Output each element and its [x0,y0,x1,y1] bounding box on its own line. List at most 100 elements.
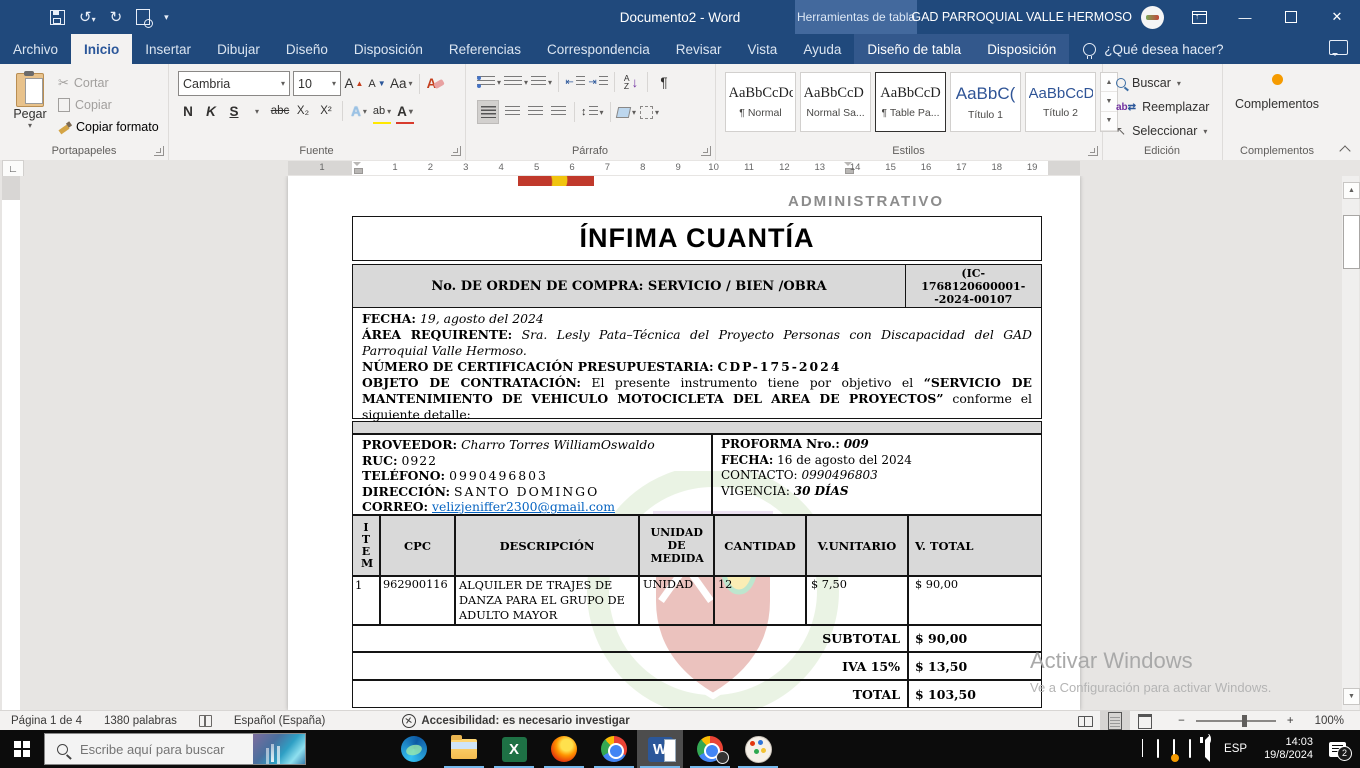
taskbar-excel[interactable]: X [491,730,537,768]
style-titulo-2[interactable]: AaBbCcD Título 2 [1025,72,1096,132]
item-row-cantidad[interactable]: 12 [714,576,806,625]
item-row-vtotal[interactable]: $ 90,00 [908,576,1042,625]
iva-value-cell[interactable]: $ 13,50 [908,652,1042,680]
customize-quick-access-icon[interactable]: ▾ [164,12,169,23]
paragraph-dialog-launcher[interactable] [701,146,711,156]
item-row-cpc[interactable]: 962900116 [380,576,455,625]
item-row-descripcion[interactable]: ALQUILER DE TRAJES DE DANZA PARA EL GRUP… [455,576,639,625]
total-label-cell[interactable]: TOTAL [352,680,908,708]
align-right-button[interactable] [525,101,545,123]
undo-icon[interactable]: ↺▾ [79,8,96,26]
align-center-button[interactable] [502,101,522,123]
find-button[interactable]: Buscar▾ [1116,73,1209,93]
total-value-cell[interactable]: $ 103,50 [908,680,1042,708]
taskbar-search[interactable] [44,733,306,765]
paste-dropdown-icon[interactable]: ▾ [28,121,32,130]
borders-button[interactable]: ▾ [640,101,660,123]
tab-correspondencia[interactable]: Correspondencia [534,34,663,64]
taskbar-paint[interactable] [735,730,781,768]
correo-link[interactable]: velizjeniffer2300@gmail.com [432,499,615,514]
tab-vista[interactable]: Vista [735,34,791,64]
taskbar-word-active[interactable]: W [637,730,683,768]
bold-button[interactable]: N [178,100,198,122]
proofing-status[interactable] [188,711,223,731]
document-title-cell[interactable]: ÍNFIMA CUANTÍA [352,216,1042,261]
tray-volume-icon[interactable] [1205,740,1210,758]
tray-device-icon[interactable] [1157,740,1159,758]
increase-indent-button[interactable]: ⇥ [588,71,608,93]
comment-icon[interactable] [1329,40,1348,55]
style-titulo-1[interactable]: AaBbC( Título 1 [950,72,1021,132]
style-normal[interactable]: AaBbCcDc ¶ Normal [725,72,796,132]
notification-center-icon[interactable]: 2 [1329,742,1346,757]
style-sin-espaciado[interactable]: AaBbCcD dE Normal Sa... [800,72,871,132]
font-size-combobox[interactable]: 10▾ [293,71,341,96]
search-highlight-image[interactable] [253,734,305,764]
style-table-paragraph-selected[interactable]: AaBbCcD ¶ Table Pa... [875,72,946,132]
select-button[interactable]: ↖Seleccionar▾ [1116,121,1209,141]
zoom-level[interactable]: 100% [1304,711,1360,731]
accessibility-status[interactable]: Accesibilidad: es necesario investigar [391,711,640,731]
account-avatar[interactable] [1141,6,1164,29]
strikethrough-button[interactable]: abc [270,100,290,122]
tray-clock[interactable]: 14:03 19/8/2024 [1264,736,1313,762]
zoom-in-button[interactable]: + [1283,711,1304,731]
tab-disposicion-tabla[interactable]: Disposición [974,34,1069,64]
tray-screenshare-icon[interactable] [1173,740,1175,758]
taskbar-file-explorer[interactable] [441,730,487,768]
copy-button[interactable]: Copiar [58,94,159,116]
taskbar-chrome[interactable] [591,730,637,768]
item-row-vunitario[interactable]: $ 7,50 [806,576,908,625]
items-header-unidad[interactable]: UNIDAD DE MEDIDA [639,515,714,576]
tab-diseno[interactable]: Diseño [273,34,341,64]
indent-marker-left[interactable] [353,162,362,174]
minimize-button[interactable]: — [1222,0,1268,34]
tab-insertar[interactable]: Insertar [132,34,204,64]
zoom-slider-thumb[interactable] [1242,715,1247,727]
decrease-indent-button[interactable]: ⇤ [565,71,585,93]
print-layout-button[interactable] [1100,711,1130,731]
redo-icon[interactable]: ↻ [110,8,123,26]
zoom-slider[interactable] [1196,720,1276,722]
scroll-down-button[interactable]: ▼ [1343,688,1360,705]
justify-button[interactable] [548,101,568,123]
underline-button[interactable]: S [224,100,244,122]
separator-band-cell[interactable] [352,421,1042,434]
web-layout-button[interactable] [1130,711,1160,731]
document-area[interactable]: ADMINISTRATIVO ÍNFIMA CUANTÍA No. DE ORD… [0,176,1360,710]
scroll-up-button[interactable]: ▲ [1343,182,1360,199]
addins-button[interactable]: Complementos [1222,74,1332,111]
tab-archivo[interactable]: Archivo [0,34,71,64]
font-name-combobox[interactable]: Cambria▾ [178,71,290,96]
superscript-button[interactable]: X² [316,100,336,122]
document-page[interactable]: ADMINISTRATIVO ÍNFIMA CUANTÍA No. DE ORD… [288,176,1080,710]
order-label-cell[interactable]: No. DE ORDEN DE COMPRA: SERVICIO / BIEN … [352,264,906,308]
items-header-cantidad[interactable]: CANTIDAD [714,515,806,576]
vertical-ruler[interactable] [2,176,20,710]
page-indicator[interactable]: Página 1 de 4 [0,711,93,731]
order-code-cell[interactable]: (IC- 1768120600001- -2024-00107 [905,264,1043,308]
shrink-font-button[interactable]: A▼ [367,73,387,95]
font-color-button[interactable]: A▾ [395,100,415,122]
word-count[interactable]: 1380 palabras [93,711,188,731]
highlight-button[interactable]: ab▾ [372,100,392,122]
iva-label-cell[interactable]: IVA 15% [352,652,908,680]
align-left-button[interactable] [477,100,499,124]
subtotal-value-cell[interactable]: $ 90,00 [908,625,1042,652]
grow-font-button[interactable]: A▲ [344,73,364,95]
item-row-unidad[interactable]: UNIDAD [639,576,714,625]
account-info[interactable]: GAD PARROQUIAL VALLE HERMOSO [911,0,1164,34]
clipboard-dialog-launcher[interactable] [154,146,164,156]
replace-button[interactable]: ab⇄Reemplazar [1116,97,1209,117]
numbering-button[interactable]: ▾ [504,71,528,93]
multilevel-list-button[interactable]: ▾ [531,71,552,93]
scrollbar-thumb[interactable] [1343,215,1360,269]
proforma-cell[interactable]: PROFORMA Nro.: 009 FECHA: 16 de agosto d… [712,434,1042,515]
read-mode-button[interactable] [1070,711,1100,731]
subscript-button[interactable]: X₂ [293,100,313,122]
items-header-descripcion[interactable]: DESCRIPCIÓN [455,515,639,576]
line-spacing-button[interactable]: ↕▾ [581,101,604,123]
sort-button[interactable]: AZ↓ [621,71,641,93]
tab-referencias[interactable]: Referencias [436,34,534,64]
items-header-vunitario[interactable]: V.UNITARIO [806,515,908,576]
